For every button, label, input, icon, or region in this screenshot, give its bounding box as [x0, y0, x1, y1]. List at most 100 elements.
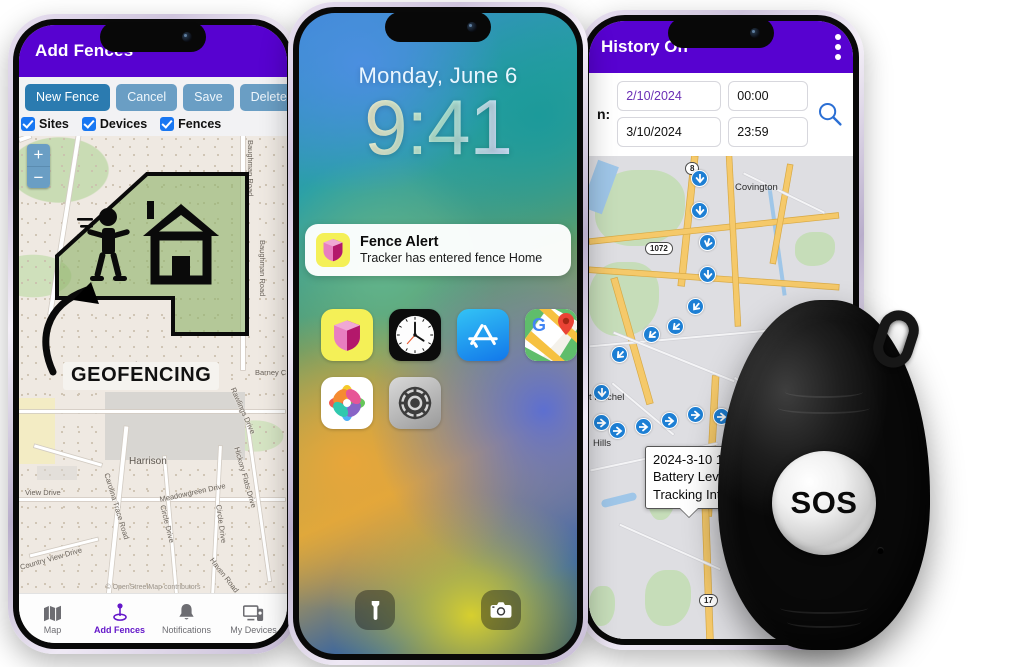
app-grid: G	[321, 309, 577, 429]
checkbox-devices[interactable]: Devices	[81, 116, 147, 131]
save-button[interactable]: Save	[183, 84, 234, 111]
sidebar-item-notifications[interactable]: Notifications	[153, 594, 220, 643]
sos-button[interactable]: SOS	[772, 451, 876, 555]
dynamic-island	[668, 18, 774, 48]
lockscreen-time: 9:41	[299, 88, 577, 166]
flashlight-icon[interactable]	[355, 590, 395, 630]
phone2-screen: Monday, June 6 9:41 Fence Alert Tracker …	[299, 13, 577, 654]
geofencing-callout: GEOFENCING	[63, 361, 220, 390]
sos-button-label: SOS	[790, 485, 858, 520]
notification-title: Fence Alert	[360, 233, 439, 250]
track-point[interactable]	[593, 384, 610, 401]
checkbox-sites[interactable]: Sites	[21, 116, 69, 131]
devices-icon	[243, 603, 264, 622]
notification-body: Tracker has entered fence Home	[360, 251, 543, 266]
track-point[interactable]	[661, 412, 678, 429]
tab-label-my-devices: My Devices	[230, 624, 277, 635]
front-camera-icon	[750, 28, 760, 38]
bottom-tab-bar: Map Add Fences Notifications My Devices	[19, 593, 287, 643]
track-point[interactable]	[699, 266, 716, 283]
phone-lockscreen: Monday, June 6 9:41 Fence Alert Tracker …	[288, 2, 588, 665]
sidebar-item-my-devices[interactable]: My Devices	[220, 594, 287, 643]
checkbox-box-icon[interactable]	[81, 116, 96, 131]
checkbox-label-fences: Fences	[178, 116, 222, 131]
google-maps-icon[interactable]: G	[525, 309, 577, 361]
track-point[interactable]	[611, 346, 628, 363]
checkbox-fences[interactable]: Fences	[160, 116, 222, 131]
map-label: Baughman Road	[258, 239, 267, 296]
sos-tracker-device: SOS	[718, 300, 930, 650]
geofence-map[interactable]: + − GEOFENCING Baughman Road Baughman Ro…	[19, 135, 287, 593]
microphone-hole	[877, 547, 884, 554]
phone1-screen: Add Fences New Fence Cancel Save Delete …	[19, 25, 287, 643]
pointer-arrow-icon	[42, 281, 99, 375]
dynamic-island	[100, 22, 206, 52]
search-icon[interactable]	[815, 101, 845, 127]
tracker-app-icon[interactable]	[321, 309, 373, 361]
track-point[interactable]	[687, 406, 704, 423]
track-point[interactable]	[593, 414, 610, 431]
location-pin-icon	[112, 602, 128, 622]
map-label: View Drive	[25, 487, 61, 497]
track-point[interactable]	[643, 326, 660, 343]
settings-icon[interactable]	[389, 377, 441, 429]
lockscreen-clock: Monday, June 6 9:41	[299, 63, 577, 166]
track-point[interactable]	[699, 234, 716, 251]
kebab-menu-icon[interactable]	[835, 34, 841, 60]
composite-scene: Add Fences New Fence Cancel Save Delete …	[0, 0, 1024, 667]
notification-banner[interactable]: Fence Alert Tracker has entered fence Ho…	[305, 224, 571, 276]
app-store-icon[interactable]	[457, 309, 509, 361]
phone-geofencing: Add Fences New Fence Cancel Save Delete …	[8, 14, 298, 654]
map-zone	[19, 397, 55, 464]
shield-icon	[316, 233, 350, 267]
speaker-ridge	[787, 616, 861, 628]
from-date-input[interactable]: 2/10/2024	[617, 81, 722, 111]
photos-icon[interactable]	[321, 377, 373, 429]
speaker-ridge	[785, 386, 863, 398]
layer-checkboxes: Sites Devices Fences	[19, 113, 287, 136]
track-point[interactable]	[635, 418, 652, 435]
notification-text: Fence Alert Tracker has entered fence Ho…	[360, 234, 542, 267]
track-point[interactable]	[687, 298, 704, 315]
from-time-input[interactable]: 00:00	[728, 81, 809, 111]
sidebar-item-add-fences[interactable]: Add Fences	[86, 594, 153, 643]
front-camera-icon	[467, 22, 477, 32]
tab-label-add-fences: Add Fences	[93, 624, 145, 635]
map-label: Hills	[593, 438, 611, 449]
date-fields: 2/10/2024 3/10/2024	[617, 81, 722, 147]
tab-label-notifications: Notifications	[161, 624, 212, 635]
checkbox-box-icon[interactable]	[160, 116, 175, 131]
track-point[interactable]	[609, 422, 626, 439]
map-icon	[43, 603, 62, 622]
map-zoom-controls[interactable]: + −	[27, 143, 50, 188]
clock-icon[interactable]	[389, 309, 441, 361]
to-date-input[interactable]: 3/10/2024	[617, 117, 722, 147]
front-camera-icon	[182, 32, 192, 42]
time-fields: 00:00 23:59	[728, 81, 809, 147]
to-time-input[interactable]: 23:59	[728, 117, 809, 147]
svg-text:G: G	[532, 315, 546, 335]
history-filter-bar: n: 2/10/2024 3/10/2024 00:00 23:59	[589, 73, 853, 156]
tab-label-map: Map	[43, 624, 62, 635]
fence-toolbar: New Fence Cancel Save Delete	[19, 77, 287, 114]
track-point[interactable]	[667, 318, 684, 335]
filter-label: n:	[597, 106, 611, 122]
dynamic-island	[385, 12, 491, 42]
sidebar-item-map[interactable]: Map	[19, 594, 86, 643]
delete-button[interactable]: Delete	[239, 84, 287, 111]
cancel-button[interactable]: Cancel	[116, 84, 178, 111]
speaker-ridge	[778, 402, 870, 414]
map-label: Covington	[735, 182, 778, 193]
track-point[interactable]	[691, 170, 708, 187]
checkbox-box-icon[interactable]	[21, 116, 35, 131]
route-shield: 1072	[645, 242, 673, 256]
speaker-ridge	[780, 602, 868, 614]
new-fence-button[interactable]: New Fence	[25, 84, 111, 111]
map-label: Barney C	[255, 367, 287, 377]
checkbox-label-sites: Sites	[39, 116, 69, 131]
map-attribution: © OpenStreetMap contributors	[105, 584, 201, 591]
zoom-out-button[interactable]: −	[27, 165, 50, 188]
track-point[interactable]	[691, 202, 708, 219]
camera-icon[interactable]	[481, 590, 521, 630]
zoom-in-button[interactable]: +	[27, 143, 50, 166]
